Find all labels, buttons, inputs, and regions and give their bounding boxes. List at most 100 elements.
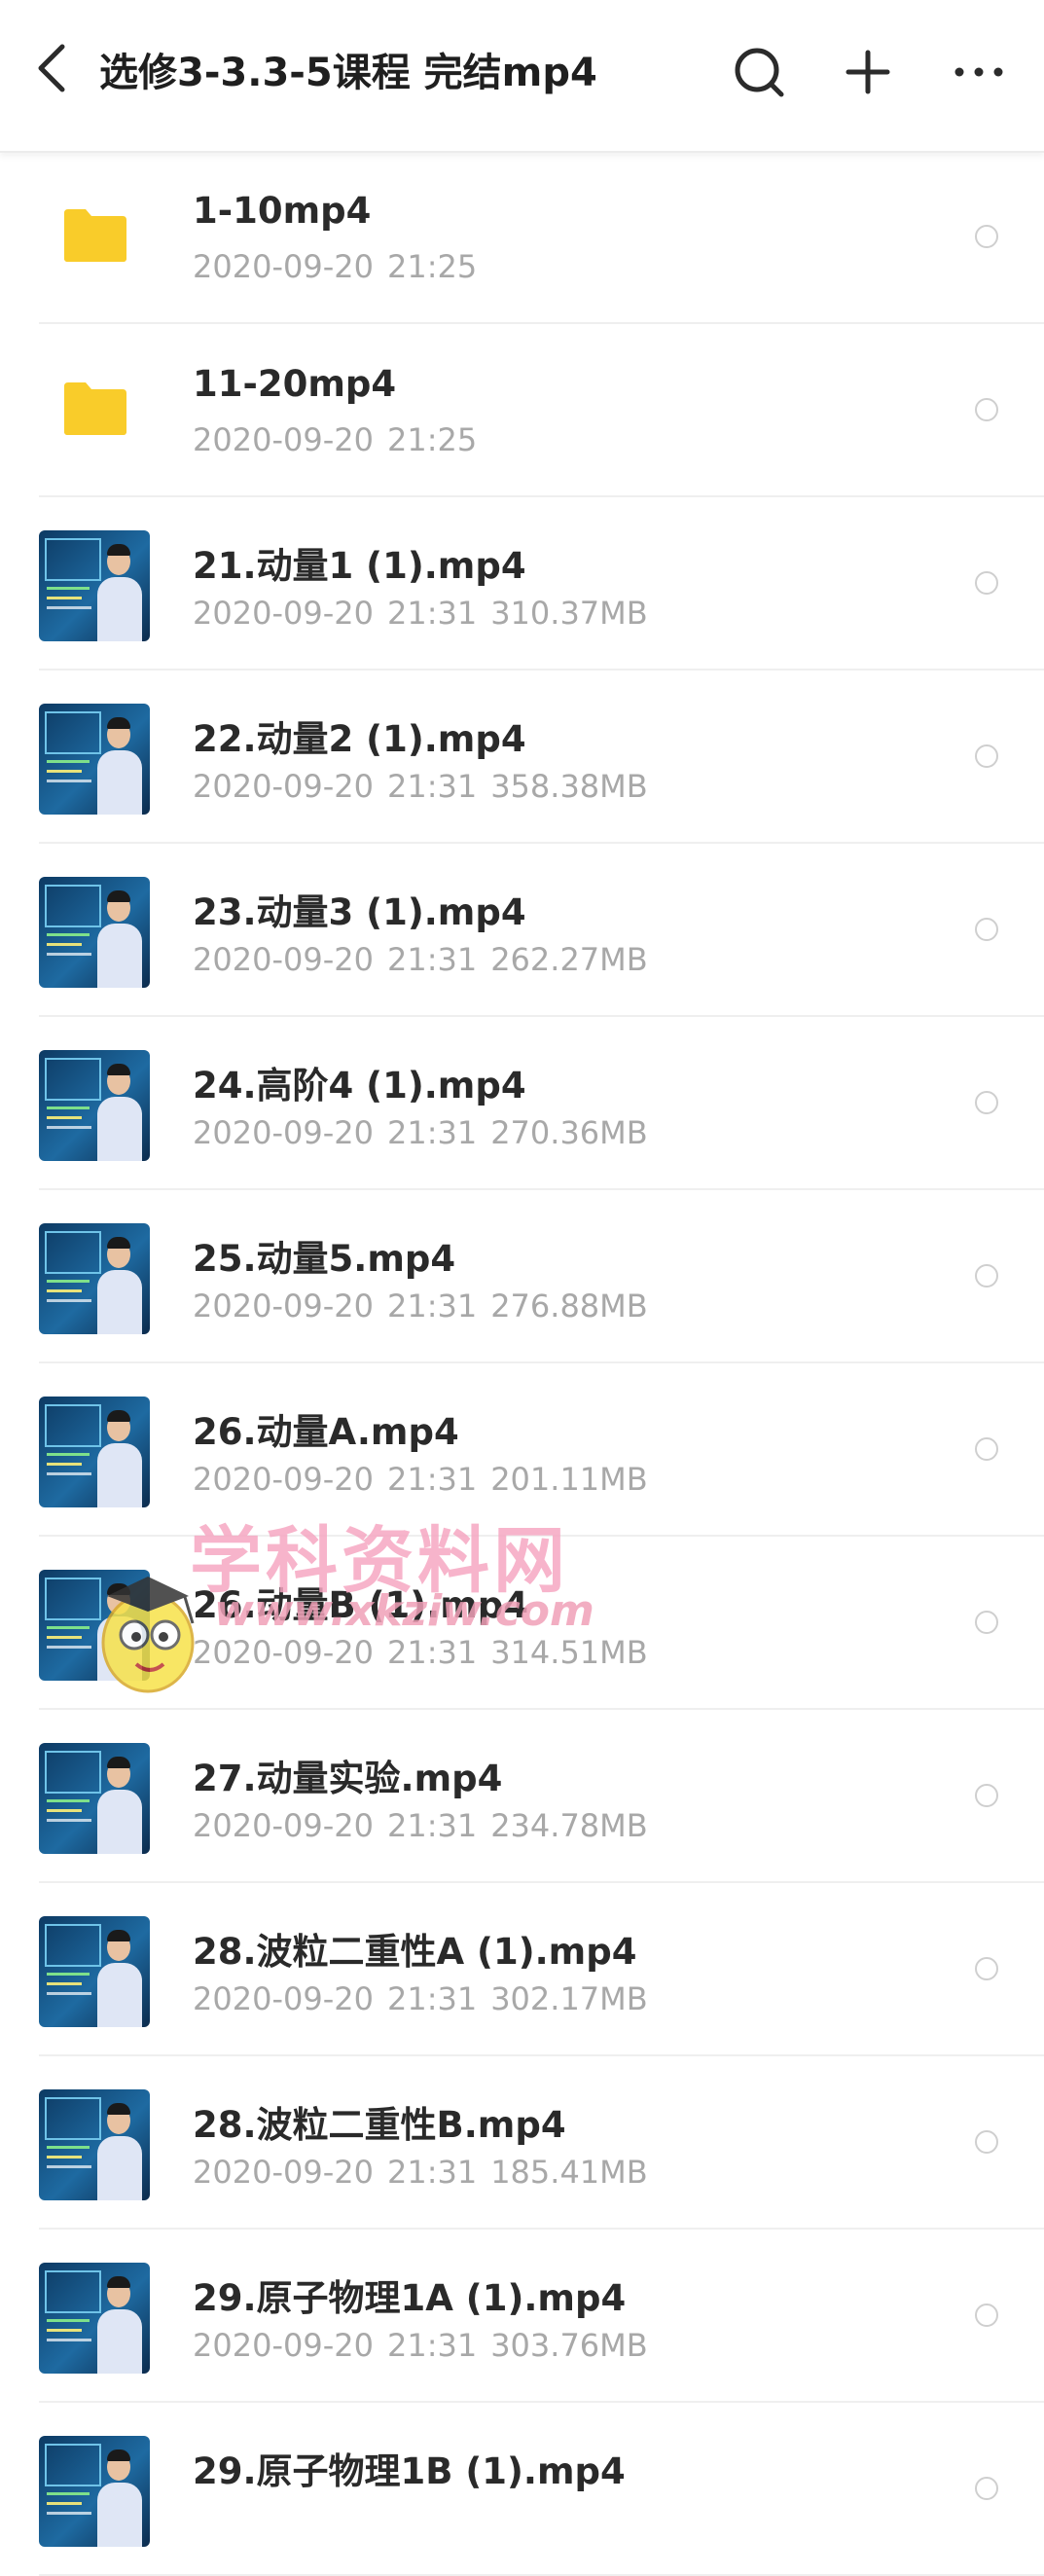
file-row[interactable]: 26.动量A.mp4 2020-09-20 21:31 201.11MB <box>0 1363 1044 1537</box>
add-button[interactable] <box>829 35 907 113</box>
file-time: 21:25 <box>386 421 478 458</box>
file-thumbnail <box>39 1223 150 1334</box>
file-date: 2020-09-20 <box>193 941 374 978</box>
file-date: 2020-09-20 <box>193 2154 374 2191</box>
video-thumbnail-icon <box>39 1570 150 1681</box>
select-radio[interactable] <box>975 225 998 248</box>
file-thumbnail <box>39 1743 150 1854</box>
file-size: 310.37MB <box>490 595 648 632</box>
file-date: 2020-09-20 <box>193 248 374 285</box>
back-button[interactable] <box>23 29 82 107</box>
file-time: 21:31 <box>386 2154 478 2191</box>
file-meta: 2020-09-20 21:31 201.11MB <box>193 1461 662 1498</box>
file-size: 303.76MB <box>490 2327 648 2364</box>
select-radio[interactable] <box>975 1091 998 1114</box>
select-radio[interactable] <box>975 1784 998 1807</box>
video-thumbnail-icon <box>39 530 150 641</box>
file-meta: 2020-09-20 21:31 234.78MB <box>193 1807 662 1844</box>
file-time: 21:31 <box>386 768 478 805</box>
file-size: 234.78MB <box>490 1807 648 1844</box>
video-thumbnail-icon <box>39 1743 150 1854</box>
file-name: 26.动量B (1).mp4 <box>193 1584 529 1626</box>
select-radio[interactable] <box>975 2477 998 2500</box>
file-name: 28.波粒二重性A (1).mp4 <box>193 1931 637 1973</box>
file-row[interactable]: 29.原子物理1B (1).mp4 <box>0 2403 1044 2576</box>
folder-icon <box>64 382 126 435</box>
select-radio[interactable] <box>975 1957 998 1980</box>
file-size: 276.88MB <box>490 1288 648 1324</box>
plus-icon <box>846 50 890 94</box>
video-thumbnail-icon <box>39 1916 150 2027</box>
file-row[interactable]: 26.动量B (1).mp4 2020-09-20 21:31 314.51MB <box>0 1537 1044 1710</box>
file-name: 1-10mp4 <box>193 190 372 232</box>
file-meta: 2020-09-20 21:31 276.88MB <box>193 1288 662 1324</box>
file-meta: 2020-09-20 21:25 <box>193 248 504 285</box>
select-radio[interactable] <box>975 918 998 941</box>
file-time: 21:31 <box>386 1634 478 1671</box>
file-row[interactable]: 11-20mp4 2020-09-20 21:25 <box>0 324 1044 497</box>
file-name: 29.原子物理1B (1).mp4 <box>193 2450 626 2492</box>
select-radio[interactable] <box>975 2130 998 2154</box>
top-app-bar: 选修3-3.3-5课程 完结mp4 <box>0 0 1044 153</box>
file-time: 21:31 <box>386 595 478 632</box>
select-radio[interactable] <box>975 1264 998 1288</box>
video-thumbnail-icon <box>39 1050 150 1161</box>
video-thumbnail-icon <box>39 2436 150 2547</box>
video-thumbnail-icon <box>39 877 150 988</box>
file-date: 2020-09-20 <box>193 1807 374 1844</box>
file-size: 262.27MB <box>490 941 648 978</box>
file-row[interactable]: 27.动量实验.mp4 2020-09-20 21:31 234.78MB <box>0 1710 1044 1883</box>
more-dots-icon <box>954 67 1003 77</box>
file-thumbnail <box>39 877 150 988</box>
file-row[interactable]: 21.动量1 (1).mp4 2020-09-20 21:31 310.37MB <box>0 497 1044 671</box>
file-thumbnail <box>39 1397 150 1507</box>
file-thumbnail <box>39 2436 150 2547</box>
file-name: 26.动量A.mp4 <box>193 1411 459 1453</box>
search-button[interactable] <box>720 35 798 113</box>
select-radio[interactable] <box>975 744 998 768</box>
select-radio[interactable] <box>975 1437 998 1461</box>
file-thumbnail <box>39 1570 150 1681</box>
file-thumbnail <box>39 2089 150 2200</box>
file-time: 21:25 <box>386 248 478 285</box>
file-name: 23.动量3 (1).mp4 <box>193 891 526 933</box>
select-radio[interactable] <box>975 2304 998 2327</box>
file-meta: 2020-09-20 21:31 358.38MB <box>193 768 662 805</box>
file-date: 2020-09-20 <box>193 1114 374 1151</box>
file-meta: 2020-09-20 21:31 262.27MB <box>193 941 662 978</box>
file-date: 2020-09-20 <box>193 595 374 632</box>
file-name: 28.波粒二重性B.mp4 <box>193 2104 566 2146</box>
file-meta: 2020-09-20 21:31 314.51MB <box>193 1634 662 1671</box>
file-size: 302.17MB <box>490 1980 648 2017</box>
file-row[interactable]: 24.高阶4 (1).mp4 2020-09-20 21:31 270.36MB <box>0 1017 1044 1190</box>
file-time: 21:31 <box>386 1288 478 1324</box>
more-button[interactable] <box>940 35 1018 113</box>
folder-icon <box>64 209 126 262</box>
search-icon <box>735 48 784 97</box>
video-thumbnail-icon <box>39 1397 150 1507</box>
file-row[interactable]: 28.波粒二重性B.mp4 2020-09-20 21:31 185.41MB <box>0 2056 1044 2230</box>
file-row[interactable]: 25.动量5.mp4 2020-09-20 21:31 276.88MB <box>0 1190 1044 1363</box>
file-thumbnail <box>39 530 150 641</box>
file-date: 2020-09-20 <box>193 1634 374 1671</box>
page-title: 选修3-3.3-5课程 完结mp4 <box>99 51 597 95</box>
file-meta: 2020-09-20 21:31 185.41MB <box>193 2154 662 2191</box>
video-thumbnail-icon <box>39 2263 150 2374</box>
file-meta: 2020-09-20 21:31 302.17MB <box>193 1980 662 2017</box>
file-thumbnail <box>39 704 150 815</box>
file-row[interactable]: 22.动量2 (1).mp4 2020-09-20 21:31 358.38MB <box>0 671 1044 844</box>
select-radio[interactable] <box>975 571 998 595</box>
file-size: 314.51MB <box>490 1634 648 1671</box>
file-date: 2020-09-20 <box>193 768 374 805</box>
file-row[interactable]: 23.动量3 (1).mp4 2020-09-20 21:31 262.27MB <box>0 844 1044 1017</box>
file-name: 22.动量2 (1).mp4 <box>193 718 526 760</box>
file-row[interactable]: 28.波粒二重性A (1).mp4 2020-09-20 21:31 302.17M… <box>0 1883 1044 2056</box>
file-size: 201.11MB <box>490 1461 648 1498</box>
select-radio[interactable] <box>975 398 998 421</box>
file-time: 21:31 <box>386 1980 478 2017</box>
file-time: 21:31 <box>386 2327 478 2364</box>
select-radio[interactable] <box>975 1611 998 1634</box>
file-row[interactable]: 1-10mp4 2020-09-20 21:25 <box>0 151 1044 324</box>
file-time: 21:31 <box>386 1461 478 1498</box>
file-row[interactable]: 29.原子物理1A (1).mp4 2020-09-20 21:31 303.76M… <box>0 2230 1044 2403</box>
